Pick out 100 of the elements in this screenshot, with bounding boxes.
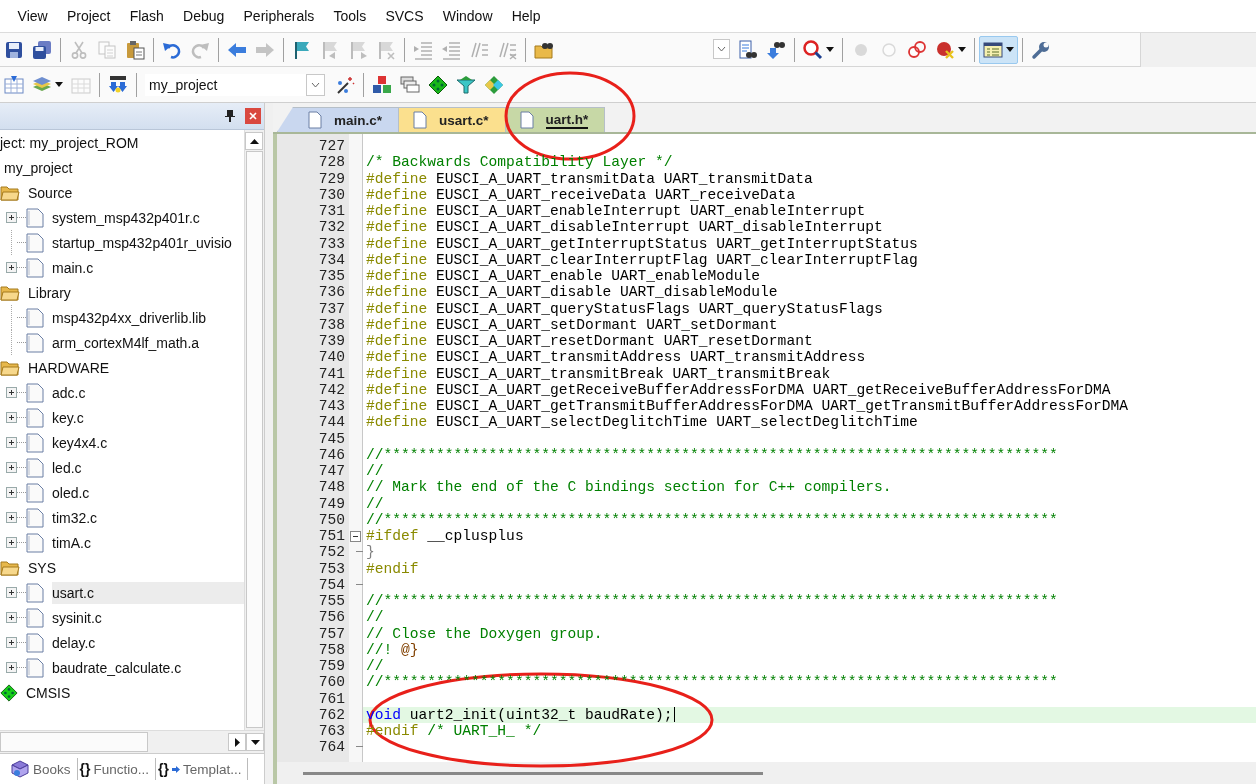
code-line: //! @} — [366, 641, 419, 658]
panel-tab[interactable]: {} Functio... — [77, 758, 156, 780]
expand-icon[interactable] — [6, 512, 17, 523]
code-line: #define EUSCI_A_UART_getReceiveBufferAddressForDMA UART_getReceiveBufferAddressForDMA — [366, 381, 1111, 398]
menu-item[interactable]: Window — [433, 6, 503, 26]
scrollbar-thumb[interactable] — [303, 771, 763, 775]
line-number: 730 — [317, 186, 346, 203]
file-tab[interactable]: uart.h* — [504, 107, 606, 132]
file-tab[interactable]: usart.c* — [398, 107, 506, 132]
tree-item[interactable]: my_project — [0, 155, 244, 180]
scissors-icon — [69, 39, 89, 60]
tree-item[interactable]: CMSIS — [0, 680, 244, 705]
tree-item[interactable]: timA.c — [0, 530, 244, 555]
line-number: 758 — [317, 641, 346, 658]
expand-icon[interactable] — [6, 662, 17, 673]
download-arrows-icon — [108, 74, 128, 95]
expand-icon[interactable] — [6, 612, 17, 623]
line-number: 753 — [317, 560, 346, 577]
pin-icon[interactable] — [225, 110, 235, 122]
line-number: 752 — [317, 544, 346, 561]
panel-tab[interactable]: Books — [8, 758, 78, 780]
file-icon — [26, 607, 44, 628]
code-editor[interactable] — [277, 134, 1256, 762]
tree-item[interactable]: ject: my_project_ROM — [0, 130, 244, 155]
target-select[interactable]: my_project — [145, 73, 325, 96]
line-number: 739 — [317, 333, 346, 350]
file-icon — [308, 111, 322, 129]
tree-item[interactable]: Source — [0, 180, 244, 205]
file-icon — [26, 432, 44, 453]
menu-item[interactable]: SVCS — [375, 6, 434, 26]
collapse-icon[interactable] — [350, 530, 361, 542]
tree-item[interactable]: oled.c — [0, 480, 244, 505]
indent-icon — [413, 39, 433, 60]
expand-icon[interactable] — [6, 262, 17, 273]
expand-icon[interactable] — [6, 462, 17, 473]
line-number: 761 — [317, 690, 346, 707]
fold-end-mark — [356, 583, 363, 586]
line-number: 743 — [317, 398, 346, 415]
tree-item[interactable]: SYS — [0, 555, 244, 580]
tree-item[interactable]: msp432p4xx_driverlib.lib — [0, 305, 244, 330]
scroll-down-button[interactable] — [246, 733, 264, 751]
panel-tab[interactable]: {} Templat... — [155, 758, 249, 780]
expand-icon[interactable] — [6, 212, 17, 223]
expand-icon[interactable] — [6, 487, 17, 498]
expand-icon[interactable] — [6, 587, 17, 598]
line-number: 751 — [317, 528, 346, 545]
scrollbar-thumb[interactable] — [0, 732, 148, 752]
tree-item[interactable]: key.c — [0, 405, 244, 430]
expand-icon[interactable] — [6, 387, 17, 398]
close-button[interactable] — [245, 108, 261, 124]
tree-item[interactable]: adc.c — [0, 380, 244, 405]
flag-arrow-icon — [348, 39, 368, 60]
scrollbar-thumb[interactable] — [246, 151, 263, 728]
menu-item[interactable]: Flash — [120, 6, 174, 26]
menu-item[interactable]: View — [8, 6, 58, 26]
scroll-up-button[interactable] — [245, 132, 263, 150]
code-line: #define EUSCI_A_UART_getInterruptStatus UART_getInterruptStatus — [366, 235, 918, 252]
right-triangle-icon — [234, 737, 240, 747]
file-icon — [26, 507, 44, 528]
tree-item[interactable]: system_msp432p401r.c — [0, 205, 244, 230]
tree-item[interactable]: delay.c — [0, 630, 244, 655]
code-line: //***************************************************************************** — [366, 511, 1058, 528]
tree-item[interactable]: arm_cortexM4lf_math.a — [0, 330, 244, 355]
magnifier-icon — [803, 39, 823, 60]
expand-icon[interactable] — [6, 537, 17, 548]
expand-icon[interactable] — [6, 637, 17, 648]
line-number: 741 — [317, 365, 346, 382]
line-number: 727 — [317, 138, 346, 155]
folder-icon — [0, 184, 20, 201]
tree-item[interactable]: tim32.c — [0, 505, 244, 530]
tree-item[interactable]: startup_msp432p401r_uvisio — [0, 230, 244, 255]
outdent-icon — [441, 39, 461, 60]
file-icon — [26, 382, 44, 403]
file-icon — [26, 582, 44, 603]
code-line: // — [366, 495, 384, 512]
file-icon — [26, 207, 44, 228]
code-line: #define EUSCI_A_UART_disableInterrupt UART_disableInterrupt — [366, 219, 883, 236]
line-number: 759 — [317, 658, 346, 675]
menu-item[interactable]: Tools — [323, 6, 376, 26]
close-icon — [249, 112, 257, 120]
scroll-right-button[interactable] — [228, 733, 246, 751]
file-tab[interactable]: main.c* — [277, 107, 400, 132]
tree-item[interactable]: led.c — [0, 455, 244, 480]
expand-icon[interactable] — [6, 412, 17, 423]
menu-item[interactable]: Peripherals — [233, 6, 324, 26]
tree-item[interactable]: HARDWARE — [0, 355, 244, 380]
line-number: 749 — [317, 495, 346, 512]
expand-icon[interactable] — [6, 437, 17, 448]
windows-button[interactable] — [979, 35, 1018, 64]
tree-item[interactable]: Library — [0, 280, 244, 305]
menu-item[interactable]: Project — [57, 6, 121, 26]
file-icon — [26, 457, 44, 478]
tree-item[interactable]: sysinit.c — [0, 605, 244, 630]
menu-item[interactable]: Help — [502, 6, 551, 26]
tree-item[interactable]: baudrate_calculate.c — [0, 655, 244, 680]
file-icon — [26, 482, 44, 503]
tree-item[interactable]: key4x4.c — [0, 430, 244, 455]
code-line: #define EUSCI_A_UART_getTransmitBufferAddressForDMA UART_getTransmitBufferAddressForDMA — [366, 398, 1128, 415]
menu-item[interactable]: Debug — [173, 6, 234, 26]
tree-item[interactable]: main.c — [0, 255, 244, 280]
